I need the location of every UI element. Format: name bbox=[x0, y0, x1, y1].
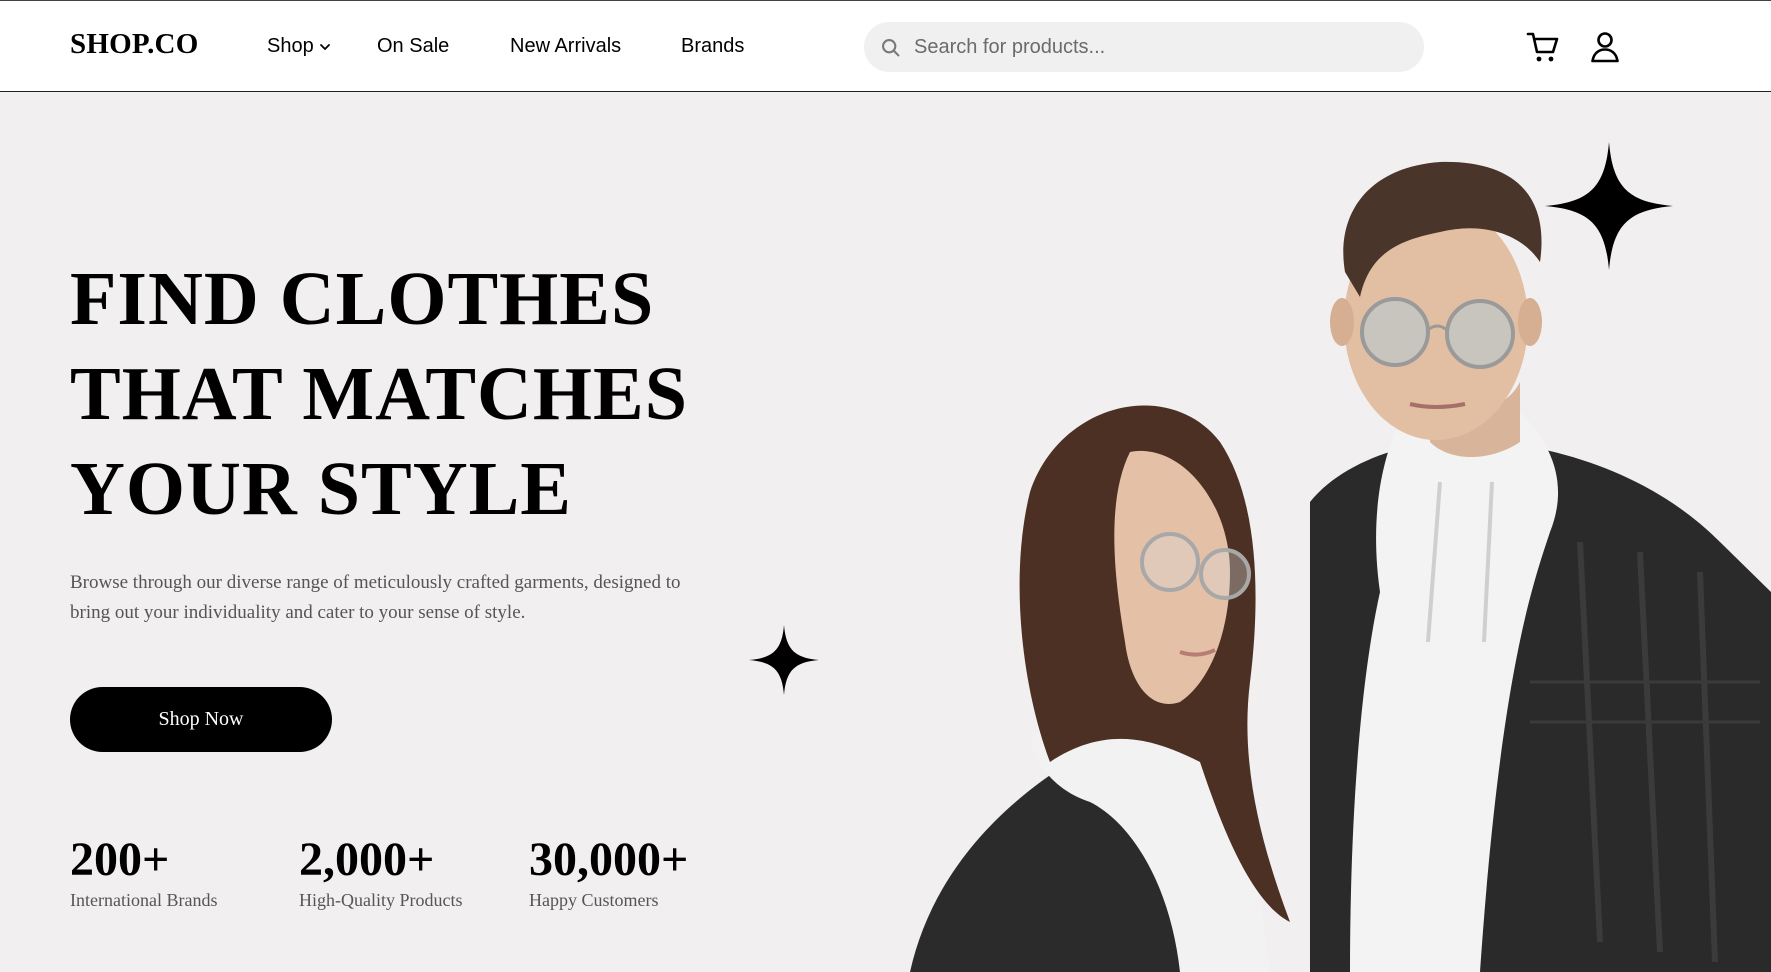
hero-title-line: FIND CLOTHES bbox=[70, 257, 655, 341]
hero-title: FIND CLOTHES THAT MATCHES YOUR STYLE bbox=[70, 252, 770, 537]
stat-label: International Brands bbox=[70, 890, 218, 910]
nav-item-shop-label: Shop bbox=[267, 35, 314, 57]
sparkle-icon bbox=[1545, 142, 1673, 270]
hero-section: FIND CLOTHES THAT MATCHES YOUR STYLE Bro… bbox=[0, 92, 1771, 972]
stat-label: Happy Customers bbox=[529, 890, 659, 910]
sparkle-icon bbox=[749, 625, 819, 695]
stat-label: High-Quality Products bbox=[299, 890, 463, 910]
shop-now-button[interactable]: Shop Now bbox=[70, 687, 332, 752]
chevron-down-icon bbox=[319, 43, 330, 50]
search-input[interactable] bbox=[914, 22, 1404, 72]
cart-icon[interactable] bbox=[1526, 30, 1560, 64]
hero-description: Browse through our diverse range of meti… bbox=[70, 572, 681, 623]
stat-happy-customers: 30,000+ Happy Customers bbox=[529, 834, 688, 911]
hero-title-line: YOUR STYLE bbox=[70, 447, 572, 531]
site-header: SHOP.CO Shop On Sale New Arrivals Brands bbox=[0, 0, 1771, 92]
stat-high-quality-products: 2,000+ High-Quality Products bbox=[299, 834, 463, 911]
stat-value: 200+ bbox=[70, 833, 170, 886]
search-icon[interactable] bbox=[880, 37, 901, 58]
stat-value: 30,000+ bbox=[529, 833, 689, 886]
nav-item-shop[interactable]: Shop bbox=[267, 35, 377, 58]
stat-international-brands: 200+ International Brands bbox=[70, 834, 217, 911]
nav-item-on-sale-label: On Sale bbox=[377, 35, 450, 57]
nav-item-brands[interactable]: Brands bbox=[681, 35, 744, 58]
search-bar bbox=[864, 22, 1424, 72]
nav-item-on-sale[interactable]: On Sale bbox=[377, 35, 510, 58]
stat-value: 2,000+ bbox=[299, 833, 435, 886]
nav-item-new-arrivals-label: New Arrivals bbox=[510, 35, 622, 57]
nav-item-new-arrivals[interactable]: New Arrivals bbox=[510, 35, 681, 58]
main-nav: Shop On Sale New Arrivals Brands bbox=[267, 35, 744, 58]
nav-item-brands-label: Brands bbox=[681, 35, 745, 57]
brand-logo[interactable]: SHOP.CO bbox=[70, 28, 198, 61]
hero-title-line: THAT MATCHES bbox=[70, 352, 688, 436]
user-icon[interactable] bbox=[1589, 30, 1621, 64]
